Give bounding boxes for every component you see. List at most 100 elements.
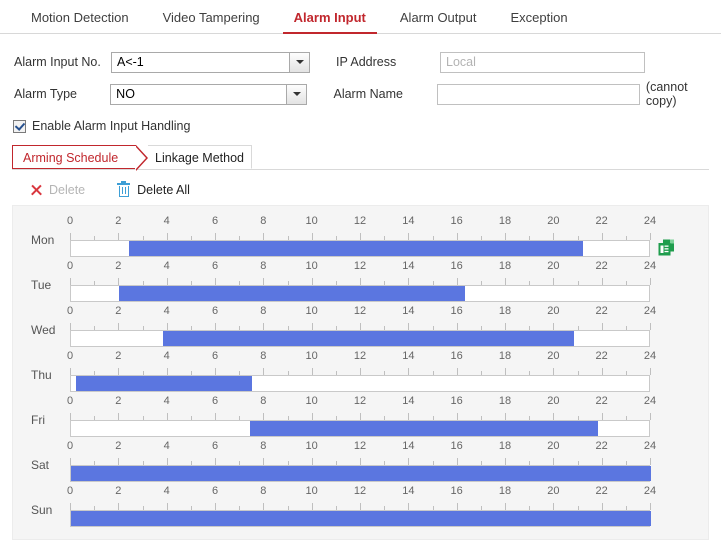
ruler-tick xyxy=(311,233,313,240)
ruler-tick-label: 20 xyxy=(547,485,560,497)
ruler-tick-label: 2 xyxy=(115,440,122,452)
schedule-track[interactable] xyxy=(70,510,651,527)
ruler-tick-label: 6 xyxy=(211,215,219,227)
subtab-linkage-method[interactable]: Linkage Method xyxy=(148,145,252,169)
ruler-tick xyxy=(553,458,555,465)
ruler-tick-label: 20 xyxy=(547,350,560,362)
subtab-arming-schedule[interactable]: Arming Schedule xyxy=(12,145,148,171)
schedule-segment[interactable] xyxy=(162,331,574,346)
schedule-segment[interactable] xyxy=(249,421,598,436)
tab-alarm-output[interactable]: Alarm Output xyxy=(383,11,494,33)
ruler-tick xyxy=(456,503,458,510)
schedule-segment[interactable] xyxy=(71,466,651,481)
ruler-tick xyxy=(166,458,168,465)
ruler-tick xyxy=(505,323,506,330)
schedule-track[interactable] xyxy=(70,465,651,482)
ruler-tick-label: 2 xyxy=(115,350,122,362)
chevron-down-icon[interactable] xyxy=(289,52,309,72)
ruler-tick-label: 18 xyxy=(498,395,512,407)
trash-icon xyxy=(117,181,131,197)
schedule-segment[interactable] xyxy=(119,286,465,301)
ruler-tick xyxy=(601,323,603,330)
ruler-tick-label: 2 xyxy=(115,305,122,317)
ruler-tick-label: 14 xyxy=(402,260,415,272)
ruler-tick-label: 24 xyxy=(643,440,657,452)
copy-schedule-icon[interactable] xyxy=(658,239,675,256)
ruler-tick-label: 8 xyxy=(260,350,267,362)
ruler-tick xyxy=(601,368,603,375)
ruler-tick xyxy=(408,503,410,510)
ruler-tick-label: 14 xyxy=(402,440,415,452)
ip-address-input[interactable] xyxy=(440,51,645,73)
ruler-tick xyxy=(70,413,71,420)
alarm-type-value: NO xyxy=(116,86,135,101)
delete-button[interactable]: Delete xyxy=(29,183,85,197)
schedule-track[interactable] xyxy=(70,420,650,437)
ruler-tick xyxy=(456,278,458,285)
day-label-fri: Fri xyxy=(31,413,45,427)
ruler-tick-label: 12 xyxy=(353,215,367,227)
ruler-tick-label: 14 xyxy=(402,350,415,362)
schedule-row: Sun 0 2 4 6 8 10 12 14 16 18 20 22 24 xyxy=(13,484,708,529)
schedule-row: Fri 0 2 4 6 8 10 12 14 16 18 20 22 24 xyxy=(13,394,708,439)
schedule-track[interactable] xyxy=(70,285,650,302)
ruler-tick-label: 2 xyxy=(115,395,122,407)
ruler-tick-label: 6 xyxy=(211,395,219,407)
schedule-segment[interactable] xyxy=(75,376,253,391)
ruler-tick xyxy=(601,233,603,240)
schedule-track[interactable] xyxy=(70,330,650,347)
alarm-name-input[interactable] xyxy=(436,83,640,105)
tab-exception[interactable]: Exception xyxy=(493,11,584,33)
ruler-tick-label: 24 xyxy=(643,485,657,497)
ruler-tick-label: 22 xyxy=(595,485,608,497)
ruler-tick xyxy=(360,503,361,510)
schedule-track[interactable] xyxy=(70,240,650,257)
alarm-input-no-label: Alarm Input No. xyxy=(14,55,101,69)
ruler-tick xyxy=(408,458,410,465)
ruler-tick-label: 6 xyxy=(211,305,219,317)
alarm-input-no-select[interactable]: A<-1 xyxy=(111,51,310,73)
ruler-tick-label: 4 xyxy=(163,305,170,317)
ruler-tick xyxy=(263,368,265,375)
enable-alarm-input-handling-row[interactable]: Enable Alarm Input Handling xyxy=(0,110,721,133)
ruler-tick xyxy=(311,503,313,510)
ruler-tick-label: 4 xyxy=(163,350,170,362)
tab-video-tampering[interactable]: Video Tampering xyxy=(146,11,277,33)
ruler-tick xyxy=(601,458,603,465)
schedule-segment[interactable] xyxy=(71,511,651,526)
ruler-tick-label: 8 xyxy=(260,485,267,497)
ruler-tick xyxy=(505,503,506,510)
ruler-tick xyxy=(408,233,410,240)
ruler-tick-label: 10 xyxy=(305,305,318,317)
alarm-type-label: Alarm Type xyxy=(14,87,77,101)
ruler-tick-label: 0 xyxy=(66,215,74,227)
ruler-tick-label: 8 xyxy=(260,260,267,272)
ruler-tick xyxy=(360,323,361,330)
ruler-tick-label: 16 xyxy=(450,215,463,227)
ruler-tick xyxy=(408,323,410,330)
ruler-tick xyxy=(70,233,71,240)
ruler-tick-label: 18 xyxy=(498,260,512,272)
time-ruler: 0 2 4 6 8 10 12 14 16 18 20 22 24 xyxy=(66,214,656,240)
chevron-down-icon[interactable] xyxy=(286,84,307,104)
ruler-tick xyxy=(553,278,555,285)
day-label-wed: Wed xyxy=(31,323,56,337)
delete-all-button[interactable]: Delete All xyxy=(117,181,190,197)
form-row-alarm-input-no: Alarm Input No. A<-1 IP Address xyxy=(14,46,721,78)
alarm-type-select[interactable]: NO xyxy=(110,83,308,105)
ruler-tick xyxy=(166,503,168,510)
tab-motion-detection[interactable]: Motion Detection xyxy=(14,11,146,33)
ruler-tick xyxy=(650,278,651,285)
ruler-tick-label: 18 xyxy=(498,485,512,497)
ruler-tick xyxy=(650,368,651,375)
schedule-row: Thu 0 2 4 6 8 10 12 14 16 18 20 22 24 xyxy=(13,349,708,394)
ruler-tick xyxy=(505,413,506,420)
schedule-segment[interactable] xyxy=(129,241,584,256)
enable-alarm-input-handling-checkbox[interactable] xyxy=(13,119,26,133)
schedule-track[interactable] xyxy=(70,375,650,392)
ruler-tick-label: 16 xyxy=(450,260,463,272)
ruler-tick-label: 4 xyxy=(163,260,170,272)
time-ruler: 0 2 4 6 8 10 12 14 16 18 20 22 24 xyxy=(67,349,656,375)
day-label-sat: Sat xyxy=(31,458,50,472)
tab-alarm-input[interactable]: Alarm Input xyxy=(277,11,383,34)
